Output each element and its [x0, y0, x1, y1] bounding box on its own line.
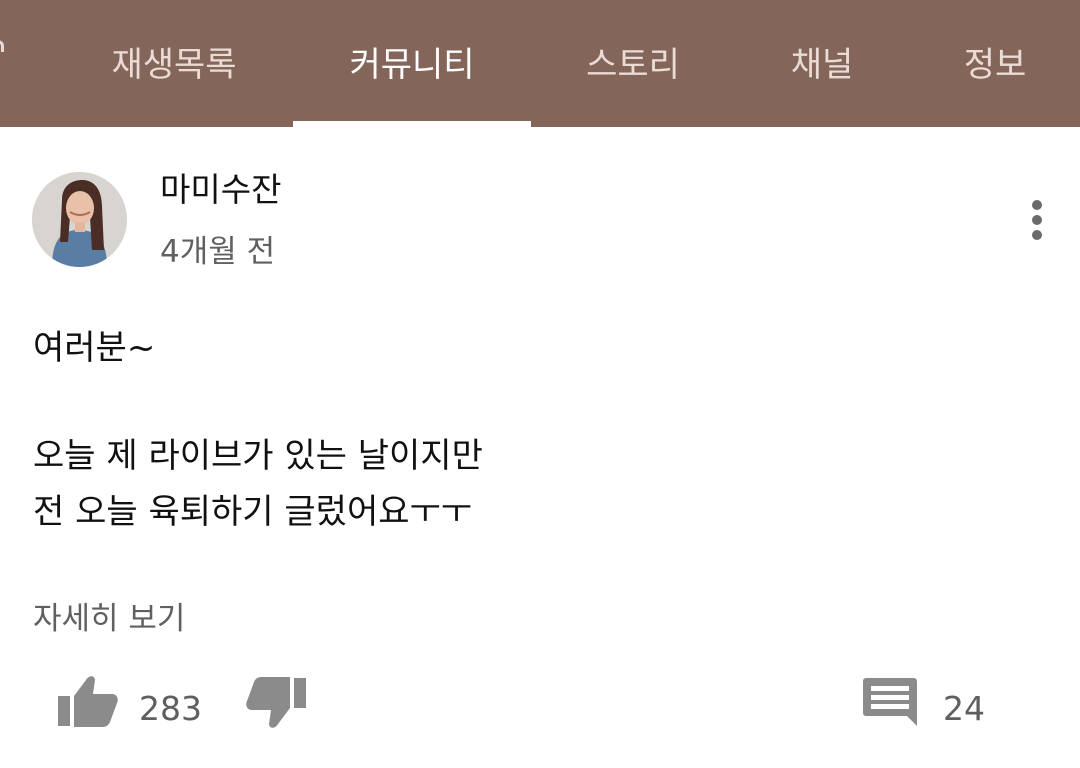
thumb-up-icon[interactable]	[56, 672, 120, 732]
post-author[interactable]: 마미수잔	[160, 168, 281, 212]
thumb-down-icon[interactable]	[244, 676, 308, 736]
avatar-image	[32, 172, 127, 267]
more-vert-icon[interactable]	[1016, 196, 1056, 244]
tab-about[interactable]: 정보	[948, 38, 1042, 92]
previous-tab-partial[interactable]	[0, 40, 4, 52]
menu-dot	[1032, 230, 1042, 240]
tab-community[interactable]: 커뮤니티	[293, 38, 531, 92]
channel-tab-bar: 재생목록 커뮤니티 스토리 채널 정보	[0, 0, 1080, 127]
read-more-link[interactable]: 자세히 보기	[33, 596, 185, 642]
tab-channels[interactable]: 채널	[775, 38, 869, 92]
active-tab-indicator	[293, 121, 531, 127]
tab-playlists[interactable]: 재생목록	[92, 38, 256, 92]
like-count: 283	[139, 689, 202, 728]
thumb-down-icon-svg	[246, 677, 306, 728]
post-line: 전 오늘 육퇴하기 글렀어요ㅜㅜ	[33, 492, 473, 532]
comment-icon-svg	[863, 678, 917, 726]
menu-dot	[1032, 200, 1042, 210]
menu-dot	[1032, 215, 1042, 225]
post-line: 여러분~	[33, 328, 156, 368]
post-timestamp: 4개월 전	[160, 234, 276, 270]
comment-icon[interactable]	[863, 676, 919, 734]
tab-story[interactable]: 스토리	[570, 38, 696, 92]
thumb-up-icon-svg	[58, 676, 118, 727]
post-line: 오늘 제 라이브가 있는 날이지만	[33, 436, 483, 476]
comment-count: 24	[943, 689, 985, 728]
channel-avatar[interactable]	[32, 172, 127, 267]
